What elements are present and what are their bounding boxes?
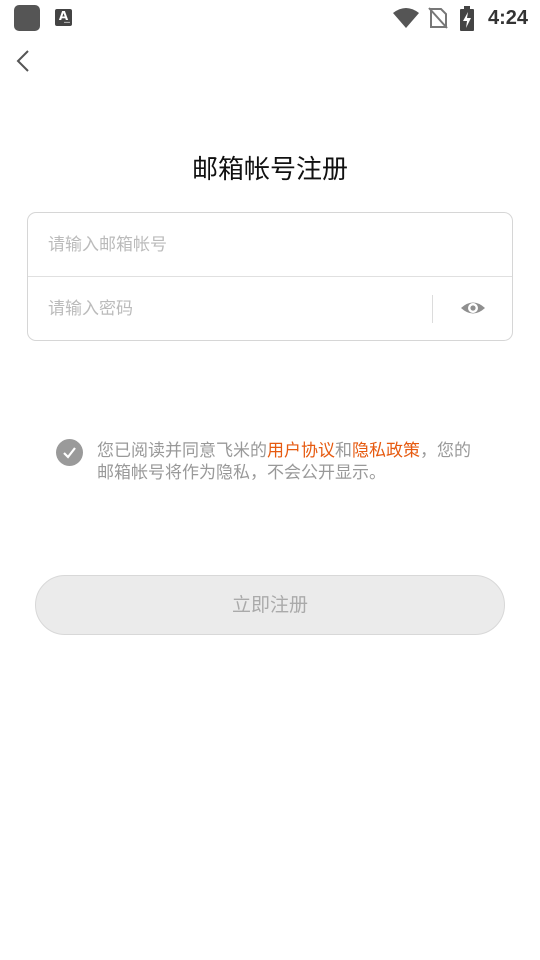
email-row bbox=[28, 213, 512, 277]
divider bbox=[432, 295, 433, 323]
user-agreement-link[interactable]: 用户协议 bbox=[267, 441, 335, 461]
agree-checkbox[interactable] bbox=[56, 439, 83, 466]
eye-icon bbox=[461, 302, 485, 314]
password-visibility-toggle[interactable] bbox=[458, 293, 488, 323]
back-button[interactable] bbox=[12, 48, 36, 74]
privacy-policy-link[interactable]: 隐私政策 bbox=[352, 441, 420, 461]
register-button[interactable]: 立即注册 bbox=[35, 575, 505, 635]
chevron-left-icon bbox=[16, 50, 29, 72]
status-bar: A… 4:24 bbox=[0, 0, 540, 36]
page-title: 邮箱帐号注册 bbox=[191, 155, 348, 185]
password-field[interactable] bbox=[48, 293, 428, 325]
password-row bbox=[28, 277, 512, 340]
check-icon bbox=[63, 447, 76, 459]
login-form bbox=[27, 212, 513, 341]
a-text-icon: A… bbox=[55, 9, 72, 26]
email-field[interactable] bbox=[48, 229, 488, 261]
battery-charging-icon bbox=[460, 6, 474, 31]
agreement-text: 您已阅读并同意飞米的用户协议和隐私政策，您的邮箱帐号将作为隐私，不会公开显示。 bbox=[97, 441, 471, 483]
app-square-icon bbox=[14, 5, 40, 31]
status-time: 4:24 bbox=[487, 7, 528, 29]
wifi-icon bbox=[393, 8, 419, 28]
no-sim-icon bbox=[428, 7, 448, 29]
